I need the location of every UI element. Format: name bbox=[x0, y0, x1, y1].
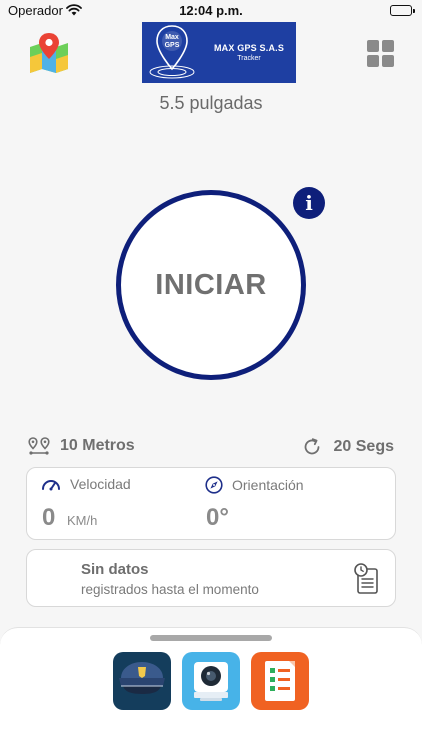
speed-value: 0 bbox=[42, 504, 56, 531]
info-icon: i bbox=[305, 191, 313, 215]
heading-header: Orientación bbox=[205, 476, 304, 494]
interval-label: 20 Segs bbox=[333, 438, 394, 455]
history-subtitle: registrados hasta el momento bbox=[81, 582, 259, 597]
camera-icon bbox=[194, 662, 228, 701]
history-document-icon bbox=[354, 563, 378, 594]
menu-grid-button[interactable] bbox=[367, 40, 394, 67]
map-button[interactable] bbox=[28, 33, 70, 73]
logo-mark-bottom: GPS bbox=[165, 42, 180, 49]
police-cap-icon bbox=[119, 662, 165, 694]
distance-pins-icon bbox=[28, 437, 50, 455]
report-app-button[interactable] bbox=[251, 652, 309, 710]
police-app-button[interactable] bbox=[113, 652, 171, 710]
speed-header: Velocidad bbox=[41, 476, 131, 492]
report-icon bbox=[265, 661, 295, 701]
grid-icon bbox=[367, 40, 379, 52]
bottom-sheet bbox=[0, 627, 422, 750]
logo-subtitle: Tracker bbox=[237, 55, 261, 62]
battery-icon bbox=[390, 5, 415, 16]
logo-mark-top: Max bbox=[165, 34, 179, 41]
stats-card: Velocidad Orientación 0 KM/h 0° bbox=[26, 467, 396, 540]
speed-label: Velocidad bbox=[70, 476, 131, 492]
map-pin-icon bbox=[30, 33, 68, 73]
speedometer-icon bbox=[42, 480, 60, 491]
device-size-label: 5.5 pulgadas bbox=[159, 93, 263, 113]
logo-name: MAX GPS S.A.S bbox=[213, 43, 285, 53]
clock: 12:04 p.m. bbox=[179, 3, 243, 18]
history-title: Sin datos bbox=[81, 561, 149, 578]
company-logo: Max GPS MAX GPS S.A.S Tracker bbox=[142, 22, 296, 83]
sheet-handle[interactable] bbox=[150, 635, 272, 641]
gps-pin-logo-icon: Max GPS bbox=[142, 22, 202, 83]
refresh-icon bbox=[304, 438, 319, 455]
history-card[interactable]: Sin datos registrados hasta el momento bbox=[26, 549, 396, 607]
speed-unit: KM/h bbox=[67, 513, 98, 528]
compass-icon bbox=[205, 476, 223, 494]
heading-label: Orientación bbox=[232, 477, 304, 493]
distance-label: 10 Metros bbox=[60, 437, 135, 454]
heading-value: 0° bbox=[206, 504, 229, 531]
start-label: INICIAR bbox=[155, 268, 267, 301]
interval-setting[interactable]: 20 Segs bbox=[302, 437, 394, 457]
start-tracking-button[interactable]: INICIAR bbox=[116, 190, 306, 380]
history-button[interactable] bbox=[353, 563, 379, 595]
info-button[interactable]: i bbox=[293, 187, 325, 219]
camera-app-button[interactable] bbox=[182, 652, 240, 710]
status-bar: Operador 12:04 p.m. bbox=[0, 0, 422, 22]
distance-setting[interactable]: 10 Metros bbox=[28, 437, 135, 455]
